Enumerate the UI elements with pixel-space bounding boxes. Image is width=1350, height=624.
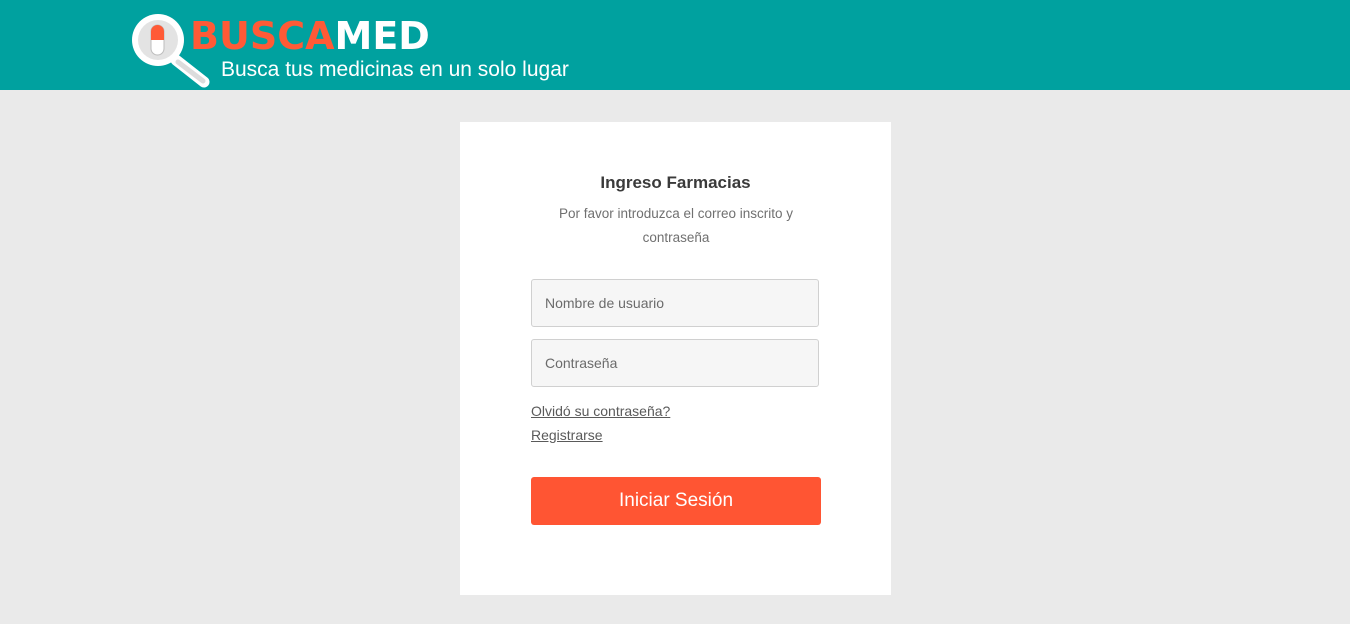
logo-word-med: MED [334, 14, 430, 58]
password-input[interactable] [531, 339, 819, 387]
username-input[interactable] [531, 279, 819, 327]
login-card: Ingreso Farmacias Por favor introduzca e… [460, 122, 891, 595]
forgot-password-link[interactable]: Olvidó su contraseña? [531, 403, 670, 419]
top-header-bar: BUSCAMED Busca tus medicinas en un solo … [0, 0, 1350, 90]
login-title: Ingreso Farmacias [600, 173, 751, 192]
logo-tagline: Busca tus medicinas en un solo lugar [221, 58, 569, 81]
buscamed-logo[interactable]: BUSCAMED Busca tus medicinas en un solo … [130, 12, 610, 88]
logo-wordmark: BUSCAMED [190, 16, 430, 56]
register-link[interactable]: Registrarse [531, 427, 603, 443]
login-button[interactable]: Iniciar Sesión [531, 477, 821, 525]
login-subtitle: Por favor introduzca el correo inscrito … [558, 206, 794, 245]
logo-word-busca: BUSCA [190, 14, 335, 58]
